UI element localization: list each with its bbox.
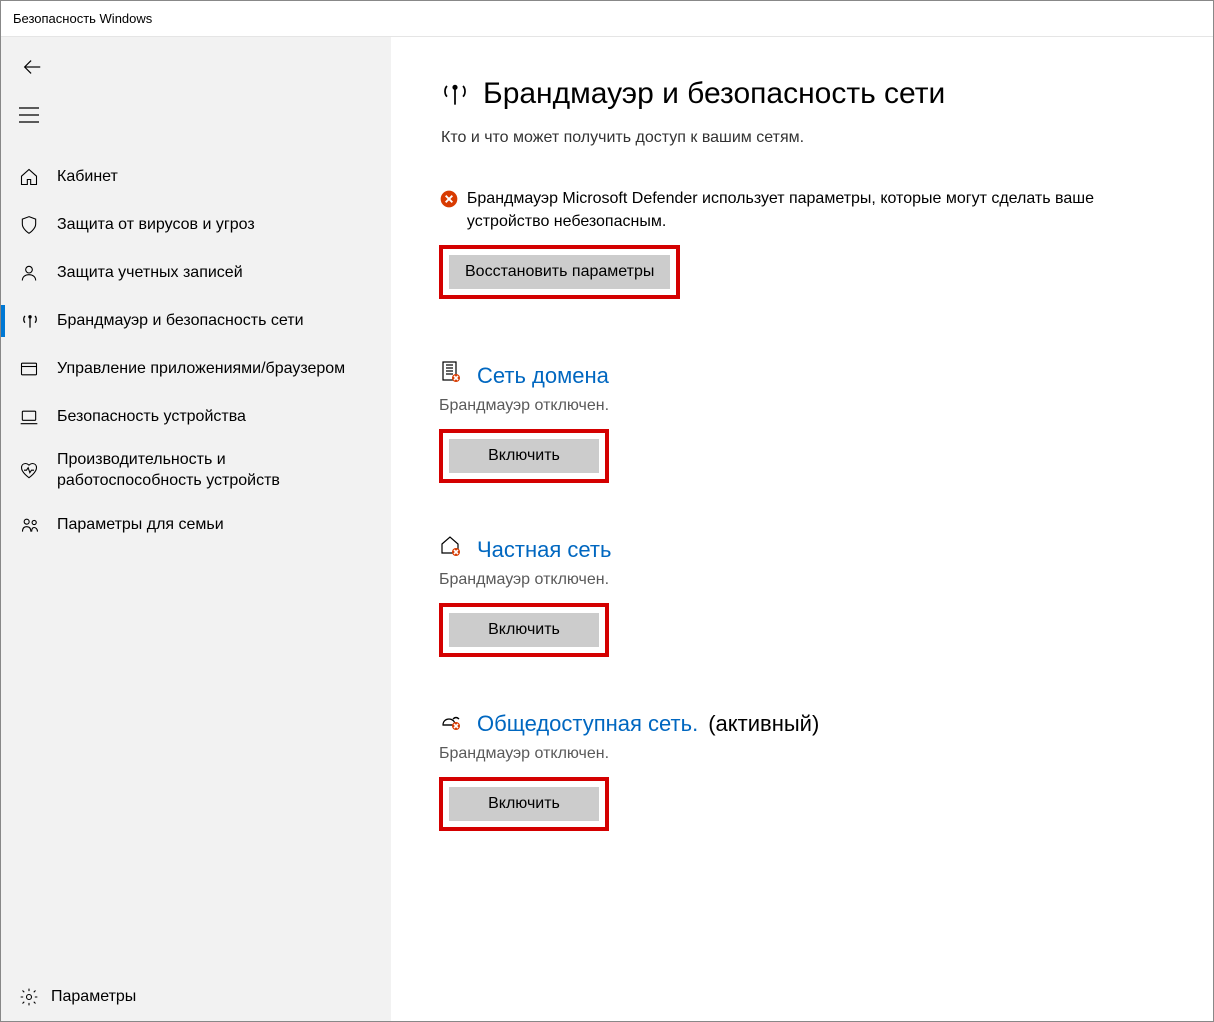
page-subtitle: Кто и что может получить доступ к вашим … (439, 129, 1111, 147)
sidebar-item-label: Брандмауэр и безопасность сети (51, 311, 304, 332)
app-browser-icon (19, 359, 51, 379)
gear-icon (19, 987, 51, 1007)
sidebar: Кабинет Защита от вирусов и угроз Защита… (1, 37, 391, 1021)
content-area: Брандмауэр и безопасность сети Кто и что… (391, 37, 1213, 1021)
domain-network-link[interactable]: Сеть домена (477, 363, 609, 389)
highlight-enable-domain: Включить (439, 429, 609, 483)
page-title: Брандмауэр и безопасность сети (483, 77, 945, 111)
heart-icon (19, 461, 51, 481)
back-button[interactable] (1, 47, 391, 87)
private-network-status: Брандмауэр отключен. (439, 571, 1111, 589)
title-bar: Безопасность Windows (1, 1, 1213, 37)
enable-private-button[interactable]: Включить (449, 613, 599, 647)
public-network-status: Брандмауэр отключен. (439, 745, 1111, 763)
domain-network-status: Брандмауэр отключен. (439, 397, 1111, 415)
sidebar-item-label: Кабинет (51, 167, 118, 188)
antenna-icon (439, 78, 483, 110)
sidebar-item-label: Управление приложениями/браузером (51, 359, 345, 380)
sidebar-item-home[interactable]: Кабинет (1, 153, 391, 201)
public-network-link[interactable]: Общедоступная сеть. (477, 711, 698, 737)
shield-icon (19, 215, 51, 235)
home-icon (19, 167, 51, 187)
sidebar-item-firewall[interactable]: Брандмауэр и безопасность сети (1, 297, 391, 345)
sidebar-item-virus[interactable]: Защита от вирусов и угроз (1, 201, 391, 249)
error-icon (439, 187, 467, 209)
private-network-link[interactable]: Частная сеть (477, 537, 611, 563)
antenna-icon (19, 311, 51, 331)
public-network-icon (439, 707, 467, 731)
sidebar-item-account[interactable]: Защита учетных записей (1, 249, 391, 297)
device-security-icon (19, 407, 51, 427)
sidebar-item-label: Производительность и работоспособность у… (51, 450, 371, 492)
sidebar-item-family[interactable]: Параметры для семьи (1, 501, 391, 549)
sidebar-settings-label: Параметры (51, 988, 136, 1006)
warning-text: Брандмауэр Microsoft Defender использует… (467, 187, 1111, 233)
sidebar-item-label: Защита учетных записей (51, 263, 243, 284)
arrow-left-icon (21, 56, 43, 78)
hamburger-icon (19, 107, 39, 123)
window-title: Безопасность Windows (13, 11, 152, 26)
domain-network-icon (439, 359, 467, 383)
sidebar-item-device-security[interactable]: Безопасность устройства (1, 393, 391, 441)
menu-toggle[interactable] (1, 95, 391, 135)
enable-domain-button[interactable]: Включить (449, 439, 599, 473)
public-network-active: (активный) (708, 711, 819, 737)
person-icon (19, 263, 51, 283)
highlight-enable-private: Включить (439, 603, 609, 657)
family-icon (19, 515, 51, 535)
private-network-icon (439, 533, 467, 557)
sidebar-item-label: Параметры для семьи (51, 515, 224, 536)
sidebar-item-label: Безопасность устройства (51, 407, 246, 428)
enable-public-button[interactable]: Включить (449, 787, 599, 821)
restore-settings-button[interactable]: Восстановить параметры (449, 255, 670, 289)
highlight-restore: Восстановить параметры (439, 245, 680, 299)
sidebar-item-label: Защита от вирусов и угроз (51, 215, 255, 236)
highlight-enable-public: Включить (439, 777, 609, 831)
sidebar-item-performance[interactable]: Производительность и работоспособность у… (1, 441, 391, 501)
sidebar-item-app-browser[interactable]: Управление приложениями/браузером (1, 345, 391, 393)
sidebar-settings[interactable]: Параметры (1, 973, 391, 1021)
